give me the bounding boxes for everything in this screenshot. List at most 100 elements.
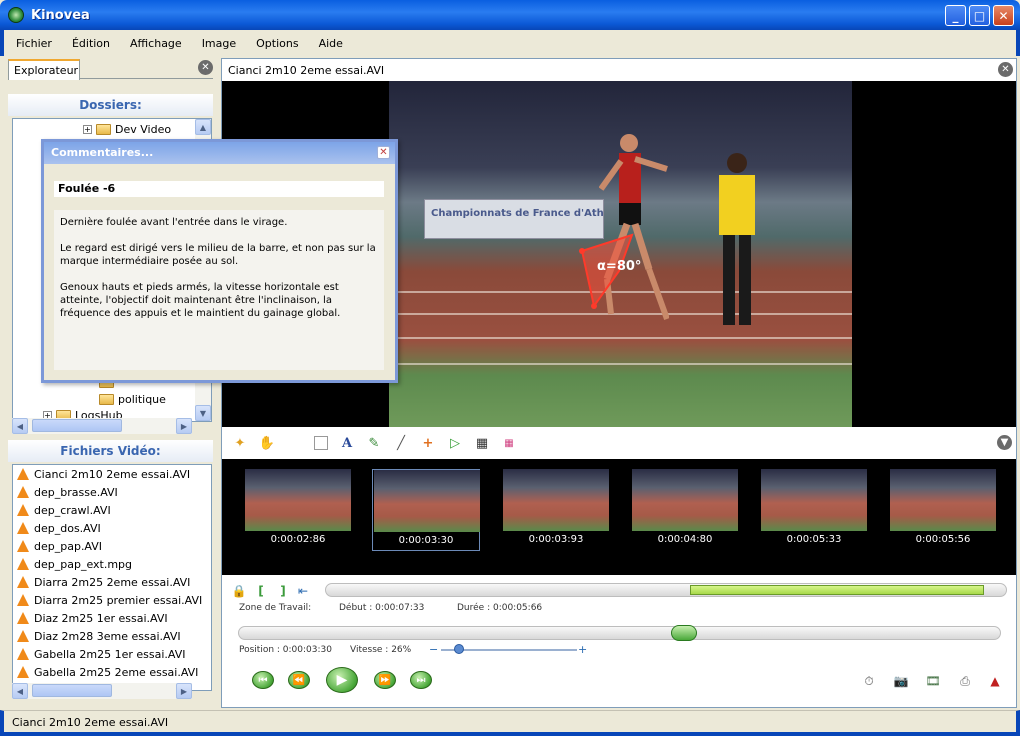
text-tool-icon[interactable]: A <box>339 435 355 451</box>
minimize-button[interactable]: _ <box>945 5 966 26</box>
scroll-thumb[interactable] <box>32 419 122 432</box>
video-file-list[interactable]: Cianci 2m10 2eme essai.AVI dep_brasse.AV… <box>12 464 212 691</box>
tree-horizontal-scrollbar[interactable]: ◀ ▶ <box>12 418 192 434</box>
thumbnail[interactable]: 0:00:05:33 <box>760 469 868 551</box>
menu-image[interactable]: Image <box>202 37 236 50</box>
list-item[interactable]: Diarra 2m25 2eme essai.AVI <box>13 573 211 591</box>
tree-item-label: politique <box>118 393 166 406</box>
app-logo-icon <box>8 7 24 23</box>
start-time: Début : 0:00:07:33 <box>339 603 425 613</box>
comment-box-icon[interactable] <box>314 436 328 450</box>
scroll-left-icon[interactable]: ◀ <box>12 683 28 699</box>
vlc-cone-icon <box>17 648 29 660</box>
angle-measure-shape[interactable] <box>574 231 664 321</box>
list-item[interactable]: dep_crawl.AVI <box>13 501 211 519</box>
speed-slider-thumb[interactable] <box>454 644 464 654</box>
thumbnail[interactable]: 0:00:02:86 <box>244 469 352 551</box>
comment-paragraph: Le regard est dirigé vers le milieu de l… <box>60 243 376 267</box>
timer-icon[interactable]: ⏱ <box>860 673 878 689</box>
list-item[interactable]: Diaz 2m28 3eme essai.AVI <box>13 627 211 645</box>
last-frame-button[interactable]: ⏭ <box>410 671 432 689</box>
previous-frame-button[interactable]: ⏪ <box>288 671 310 689</box>
color-grid-icon[interactable]: ▦ <box>501 435 517 451</box>
presentation-icon[interactable]: ⎙ <box>956 673 974 689</box>
hand-icon[interactable]: ✋ <box>259 435 275 451</box>
vlc-cone-icon <box>17 576 29 588</box>
list-item[interactable]: dep_brasse.AVI <box>13 483 211 501</box>
folders-heading: Dossiers: <box>8 94 213 116</box>
scroll-right-icon[interactable]: ▶ <box>176 683 192 699</box>
scroll-right-icon[interactable]: ▶ <box>176 418 192 434</box>
angle-tool-icon[interactable]: ▷ <box>447 435 463 451</box>
speed-value: Vitesse : 26% <box>350 645 412 655</box>
tree-expander-icon[interactable]: + <box>83 125 92 134</box>
status-bar: Cianci 2m10 2eme essai.AVI <box>0 710 1020 736</box>
thumbnail[interactable]: 0:00:04:80 <box>631 469 739 551</box>
thumbnail[interactable]: 0:00:05:56 <box>889 469 997 551</box>
first-frame-button[interactable]: ⏮ <box>252 671 274 689</box>
list-item[interactable]: Diaz 2m25 1er essai.AVI <box>13 609 211 627</box>
list-item[interactable]: dep_pap_ext.mpg <box>13 555 211 573</box>
list-item[interactable]: Cianci 2m10 2eme essai.AVI <box>13 465 211 483</box>
thumbnail-selected[interactable]: 0:00:03:30 <box>372 469 480 551</box>
work-zone-bar[interactable] <box>325 583 1007 597</box>
menu-fichier[interactable]: Fichier <box>16 37 52 50</box>
reset-zone-icon[interactable]: ⇤ <box>294 583 312 599</box>
comment-header[interactable]: Foulée -6 <box>54 181 384 197</box>
position-bar[interactable] <box>238 625 1001 641</box>
add-keyframe-icon[interactable]: ✦ <box>232 435 248 451</box>
work-zone-selection[interactable] <box>690 585 984 595</box>
snapshot-icon[interactable]: 📷 <box>892 673 910 689</box>
scroll-left-icon[interactable]: ◀ <box>12 418 28 434</box>
scroll-thumb[interactable] <box>32 684 112 697</box>
lock-icon[interactable]: 🔒 <box>230 583 248 599</box>
files-horizontal-scrollbar[interactable]: ◀ ▶ <box>12 683 192 699</box>
next-frame-button[interactable]: ⏩ <box>374 671 396 689</box>
window-title: Kinovea <box>31 7 90 23</box>
comment-body[interactable]: Dernière foulée avant l'entrée dans le v… <box>54 210 384 370</box>
position-cursor[interactable] <box>671 625 697 641</box>
scroll-up-icon[interactable]: ▲ <box>195 119 211 135</box>
explorer-close-icon[interactable]: ✕ <box>198 60 213 75</box>
list-item[interactable]: Gabella 2m25 2eme essai.AVI <box>13 663 211 681</box>
tab-explorer[interactable]: Explorateur <box>8 59 80 80</box>
list-item[interactable]: Gabella 2m25 1er essai.AVI <box>13 645 211 663</box>
pencil-icon[interactable]: ✎ <box>366 435 382 451</box>
maximize-button[interactable]: □ <box>969 5 990 26</box>
explorer-tab-row: Explorateur <box>8 59 213 80</box>
cross-marker-icon[interactable]: + <box>420 435 436 451</box>
tree-item-politique[interactable]: politique <box>99 393 166 406</box>
video-frame[interactable]: Championnats de France d'Athlétisme α=80… <box>389 81 852 427</box>
vlc-cone-icon <box>17 522 29 534</box>
scroll-down-icon[interactable]: ▼ <box>195 405 211 421</box>
position-time: Position : 0:00:03:30 <box>239 645 332 655</box>
chrono-icon[interactable]: ▦ <box>474 435 490 451</box>
play-button[interactable]: ▶ <box>326 667 358 693</box>
tree-item-dev-video[interactable]: + Dev Video <box>83 123 171 136</box>
menu-options[interactable]: Options <box>256 37 298 50</box>
set-start-icon[interactable]: [ <box>252 583 270 599</box>
list-item[interactable]: Diarra 2m25 premier essai.AVI <box>13 591 211 609</box>
playback-controls: 🔒 [ ] ⇤ Zone de Travail: Début : 0:00:07… <box>222 575 1016 707</box>
line-icon[interactable]: ╱ <box>393 435 409 451</box>
menu-aide[interactable]: Aide <box>319 37 343 50</box>
video-export-icon[interactable]: 🎞 <box>924 673 942 689</box>
menu-edition[interactable]: Édition <box>72 37 110 50</box>
player-close-icon[interactable]: ✕ <box>998 62 1013 77</box>
speed-minus-icon[interactable]: − <box>429 643 438 656</box>
player-filename: Cianci 2m10 2eme essai.AVI <box>222 59 1016 81</box>
set-end-icon[interactable]: ] <box>274 583 292 599</box>
thumbnail[interactable]: 0:00:03:93 <box>502 469 610 551</box>
keyframe-thumbnails: 0:00:02:86 0:00:03:30 0:00:03:93 0:00:04… <box>222 459 1016 575</box>
toolbar-collapse-icon[interactable]: ▼ <box>997 435 1012 450</box>
status-text: Cianci 2m10 2eme essai.AVI <box>12 716 169 729</box>
menu-affichage[interactable]: Affichage <box>130 37 182 50</box>
vlc-cone-icon <box>17 504 29 516</box>
dialog-close-icon[interactable]: ✕ <box>377 146 390 159</box>
list-item[interactable]: dep_pap.AVI <box>13 537 211 555</box>
vlc-cone-icon <box>17 558 29 570</box>
speed-plus-icon[interactable]: + <box>578 643 587 656</box>
pdf-export-icon[interactable]: ▲ <box>986 673 1004 689</box>
close-button[interactable]: ✕ <box>993 5 1014 26</box>
list-item[interactable]: dep_dos.AVI <box>13 519 211 537</box>
